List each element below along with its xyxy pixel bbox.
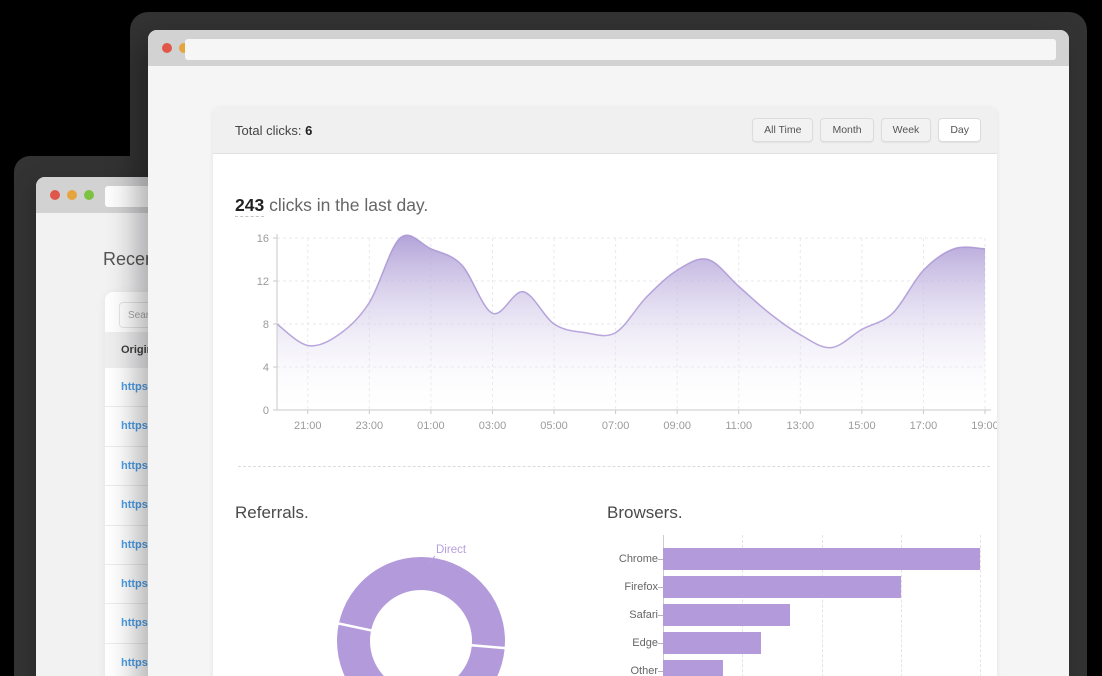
referrals-section-title: Referrals. bbox=[235, 503, 309, 522]
clicks-headline: 243 clicks in the last day. bbox=[235, 195, 429, 217]
bar-firefox bbox=[663, 576, 901, 598]
referrals-donut-chart: Direct bbox=[336, 544, 507, 676]
y-axis-tick-label: 4 bbox=[263, 362, 269, 374]
range-button-week[interactable]: Week bbox=[880, 118, 932, 142]
main-browser-window: Total clicks: 6 All Time Month Week Day 243… bbox=[148, 30, 1069, 676]
x-axis-tick-label: 21:00 bbox=[294, 420, 322, 432]
y-axis-tick-label: 0 bbox=[263, 405, 269, 417]
bar-other bbox=[663, 660, 724, 676]
browsers-section-title: Browsers. bbox=[607, 503, 683, 522]
y-axis-tick-label: 8 bbox=[263, 319, 269, 331]
section-divider bbox=[238, 466, 990, 467]
analytics-card: Total clicks: 6 All Time Month Week Day 243… bbox=[213, 107, 997, 676]
total-clicks-value: 6 bbox=[305, 122, 313, 138]
bar-category-label: Other bbox=[630, 665, 658, 676]
y-axis-tick-label: 16 bbox=[257, 233, 269, 245]
bar-edge bbox=[663, 632, 762, 654]
x-axis-tick-label: 15:00 bbox=[848, 420, 876, 432]
time-range-button-group: All Time Month Week Day bbox=[752, 118, 981, 142]
bar-row-safari: Safari bbox=[607, 601, 990, 629]
donut-segment-label-direct: Direct bbox=[436, 544, 467, 556]
x-axis-tick-label: 23:00 bbox=[356, 420, 384, 432]
x-axis-tick-label: 09:00 bbox=[663, 420, 691, 432]
clicks-headline-text: clicks in the last day. bbox=[264, 195, 429, 215]
bar-category-label: Chrome bbox=[618, 553, 658, 565]
analytics-card-header: Total clicks: 6 All Time Month Week Day bbox=[213, 107, 997, 154]
x-axis-tick-label: 11:00 bbox=[725, 420, 752, 432]
main-window-titlebar bbox=[148, 30, 1069, 66]
x-axis-tick-label: 01:00 bbox=[417, 420, 445, 432]
x-axis-tick-label: 19:00 bbox=[971, 420, 997, 432]
main-url-bar[interactable] bbox=[185, 39, 1056, 60]
bar-category-label: Firefox bbox=[624, 581, 658, 593]
clicks-count: 243 bbox=[235, 195, 265, 217]
close-window-icon[interactable] bbox=[162, 43, 172, 53]
range-button-all-time[interactable]: All Time bbox=[752, 118, 814, 142]
browsers-bar-chart: Chrome Firefox Safari Edge Other bbox=[607, 535, 990, 676]
close-window-icon[interactable] bbox=[50, 190, 60, 200]
bar-row-other: Other bbox=[607, 657, 990, 676]
bar-row-edge: Edge bbox=[607, 629, 990, 657]
x-axis-tick-label: 07:00 bbox=[602, 420, 630, 432]
bar-chrome bbox=[663, 548, 980, 570]
range-button-month[interactable]: Month bbox=[820, 118, 874, 142]
page-background: Recen Origin https:https:https:https:htt… bbox=[0, 0, 1102, 676]
minimize-window-icon[interactable] bbox=[67, 190, 77, 200]
total-clicks-text: Total clicks: bbox=[235, 122, 306, 138]
bar-row-firefox: Firefox bbox=[607, 573, 990, 601]
maximize-window-icon[interactable] bbox=[84, 190, 94, 200]
total-clicks-label: Total clicks: 6 bbox=[235, 123, 312, 138]
clicks-area-chart: 0 4 8 12 16 21:00 23:00 01:00 03:00 05:00 07:00 09:… bbox=[257, 233, 997, 432]
bar-row-chrome: Chrome bbox=[607, 545, 990, 573]
y-axis-tick-label: 12 bbox=[257, 276, 269, 288]
bar-category-label: Safari bbox=[629, 609, 658, 621]
range-button-day[interactable]: Day bbox=[938, 118, 981, 142]
x-axis-tick-label: 13:00 bbox=[787, 420, 815, 432]
bar-safari bbox=[663, 604, 790, 626]
x-axis-tick-label: 05:00 bbox=[540, 420, 568, 432]
x-axis-tick-label: 17:00 bbox=[910, 420, 938, 432]
x-axis-tick-label: 03:00 bbox=[479, 420, 507, 432]
bar-category-label: Edge bbox=[632, 637, 658, 649]
